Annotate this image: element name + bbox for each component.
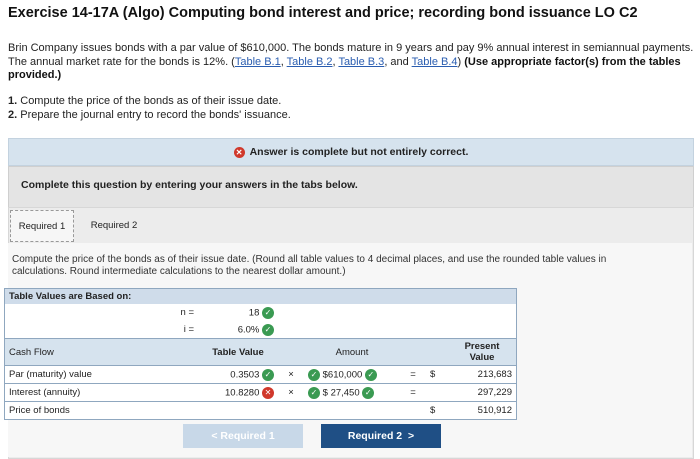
par-amount[interactable]: $610,000 [323,369,363,380]
row-par-label: Par (maturity) value [4,365,198,384]
dollar-sign [426,383,448,402]
tab-required-1[interactable]: Required 1 [10,210,74,242]
equals-sign: = [400,365,426,384]
amount-header: Amount [304,338,400,366]
chevron-right-icon: > [402,430,415,442]
i-value[interactable]: 6.0% [238,324,260,335]
check-icon: ✓ [262,368,274,381]
cross-icon: ✕ [262,386,274,399]
next-required-2-button[interactable]: Required 2 > [321,424,441,448]
table-value-header: Table Value [198,338,278,366]
i-label: i = [103,321,198,339]
multiply-sign: × [278,365,304,384]
row-interest-label: Interest (annuity) [4,383,198,402]
interest-amount[interactable]: $ 27,450 [323,387,360,398]
tab-required-2[interactable]: Required 2 [80,210,148,240]
check-icon: ✓ [364,368,377,381]
complete-prompt-bar: Complete this question by entering your … [8,166,694,208]
dollar-sign: $ [426,401,448,420]
table-b2-link[interactable]: Table B.2 [287,56,333,68]
answer-status-banner: ✕ Answer is complete but not entirely co… [8,138,694,166]
cross-icon: ✕ [233,146,245,158]
check-icon: ✓ [308,386,320,399]
table-b4-link[interactable]: Table B.4 [412,56,458,68]
table-header: Table Values are Based on: [4,288,198,304]
n-value[interactable]: 18 [249,307,260,318]
step-2: 2. Prepare the journal entry to record t… [8,108,291,121]
interest-present-value: 297,229 [448,383,517,402]
dollar-sign: $ [426,365,448,384]
par-table-value[interactable]: 0.3503 [230,369,259,380]
task-steps: 1. Compute the price of the bonds as of … [8,95,291,122]
multiply-sign: × [278,383,304,402]
table-b1-link[interactable]: Table B.1 [235,56,281,68]
interest-table-value[interactable]: 10.8280 [225,387,259,398]
check-icon: ✓ [362,386,375,399]
n-label: n = [103,304,198,321]
table-b3-link[interactable]: Table B.3 [338,56,384,68]
check-icon: ✓ [308,368,320,381]
exercise-title: Exercise 14-17A (Algo) Computing bond in… [8,5,638,21]
chevron-left-icon: < [211,430,221,442]
check-icon: ✓ [262,323,274,336]
problem-intro: Brin Company issues bonds with a par val… [8,42,694,81]
step-1: 1. Compute the price of the bonds as of … [8,95,282,107]
cash-flow-header: Cash Flow [4,338,198,366]
prev-required-1-button[interactable]: < Required 1 [183,424,303,448]
instructions: Compute the price of the bonds as of the… [12,254,607,277]
par-present-value: 213,683 [448,365,517,384]
check-icon: ✓ [262,306,274,319]
price-of-bonds-value: 510,912 [448,401,517,420]
row-price-label: Price of bonds [4,401,198,420]
bond-price-table: Table Values are Based on: n = 18 ✓ i = … [4,288,517,420]
equals-sign: = [400,383,426,402]
present-value-header: Present Value [448,338,517,366]
